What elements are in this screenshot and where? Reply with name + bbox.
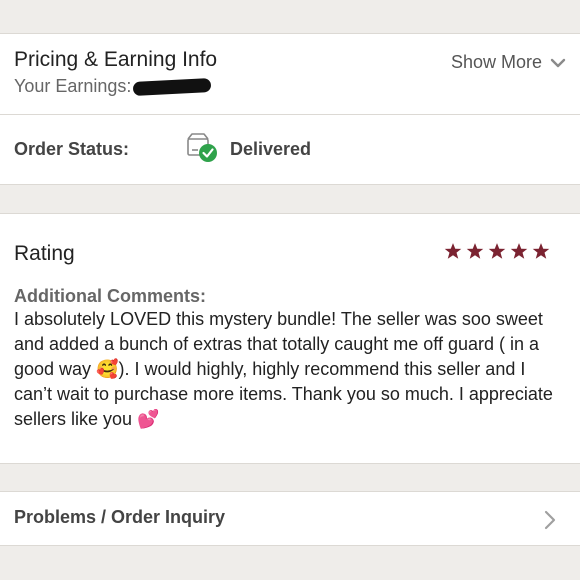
order-inquiry-label: Problems / Order Inquiry — [14, 507, 226, 527]
comment-text: I absolutely LOVED this mystery bundle! … — [14, 307, 566, 432]
star-icon — [510, 243, 528, 259]
package-check-icon — [186, 133, 220, 165]
redacted-earnings — [133, 78, 212, 97]
star-icon — [488, 243, 506, 259]
show-more-label: Show More — [450, 52, 542, 72]
rating-stars — [444, 242, 550, 260]
top-spacer — [0, 0, 580, 33]
section-divider — [0, 114, 580, 115]
chevron-down-icon — [550, 52, 566, 73]
two-hearts-emoji-icon: 💕 — [137, 409, 160, 429]
star-icon — [532, 243, 550, 259]
star-icon — [466, 243, 484, 259]
order-status-row: Order Status: Delivered — [14, 132, 566, 166]
order-info-card: Pricing & Earning Info Your Earnings: Sh… — [0, 33, 580, 185]
chevron-right-icon[interactable] — [544, 510, 556, 535]
comments-section: Additional Comments: I absolutely LOVED … — [14, 285, 566, 432]
star-icon — [444, 243, 462, 259]
bottom-spacer — [0, 546, 580, 580]
order-inquiry-card[interactable]: Problems / Order Inquiry — [0, 491, 580, 546]
comments-label: Additional Comments: — [14, 286, 206, 306]
smiling-hearts-emoji-icon: 🥰 — [96, 359, 119, 379]
order-inquiry-row: Problems / Order Inquiry — [14, 507, 566, 528]
spacer — [0, 185, 580, 213]
order-status-label: Order Status: — [14, 138, 130, 159]
order-status-value: Delivered — [230, 138, 312, 159]
spacer — [0, 464, 580, 491]
earnings-label: Your Earnings: — [14, 76, 132, 96]
rating-card: Rating Additional Comments: I absolutely… — [0, 213, 580, 464]
show-more-button[interactable]: Show More — [451, 52, 566, 73]
earnings-line: Your Earnings: — [14, 76, 566, 97]
